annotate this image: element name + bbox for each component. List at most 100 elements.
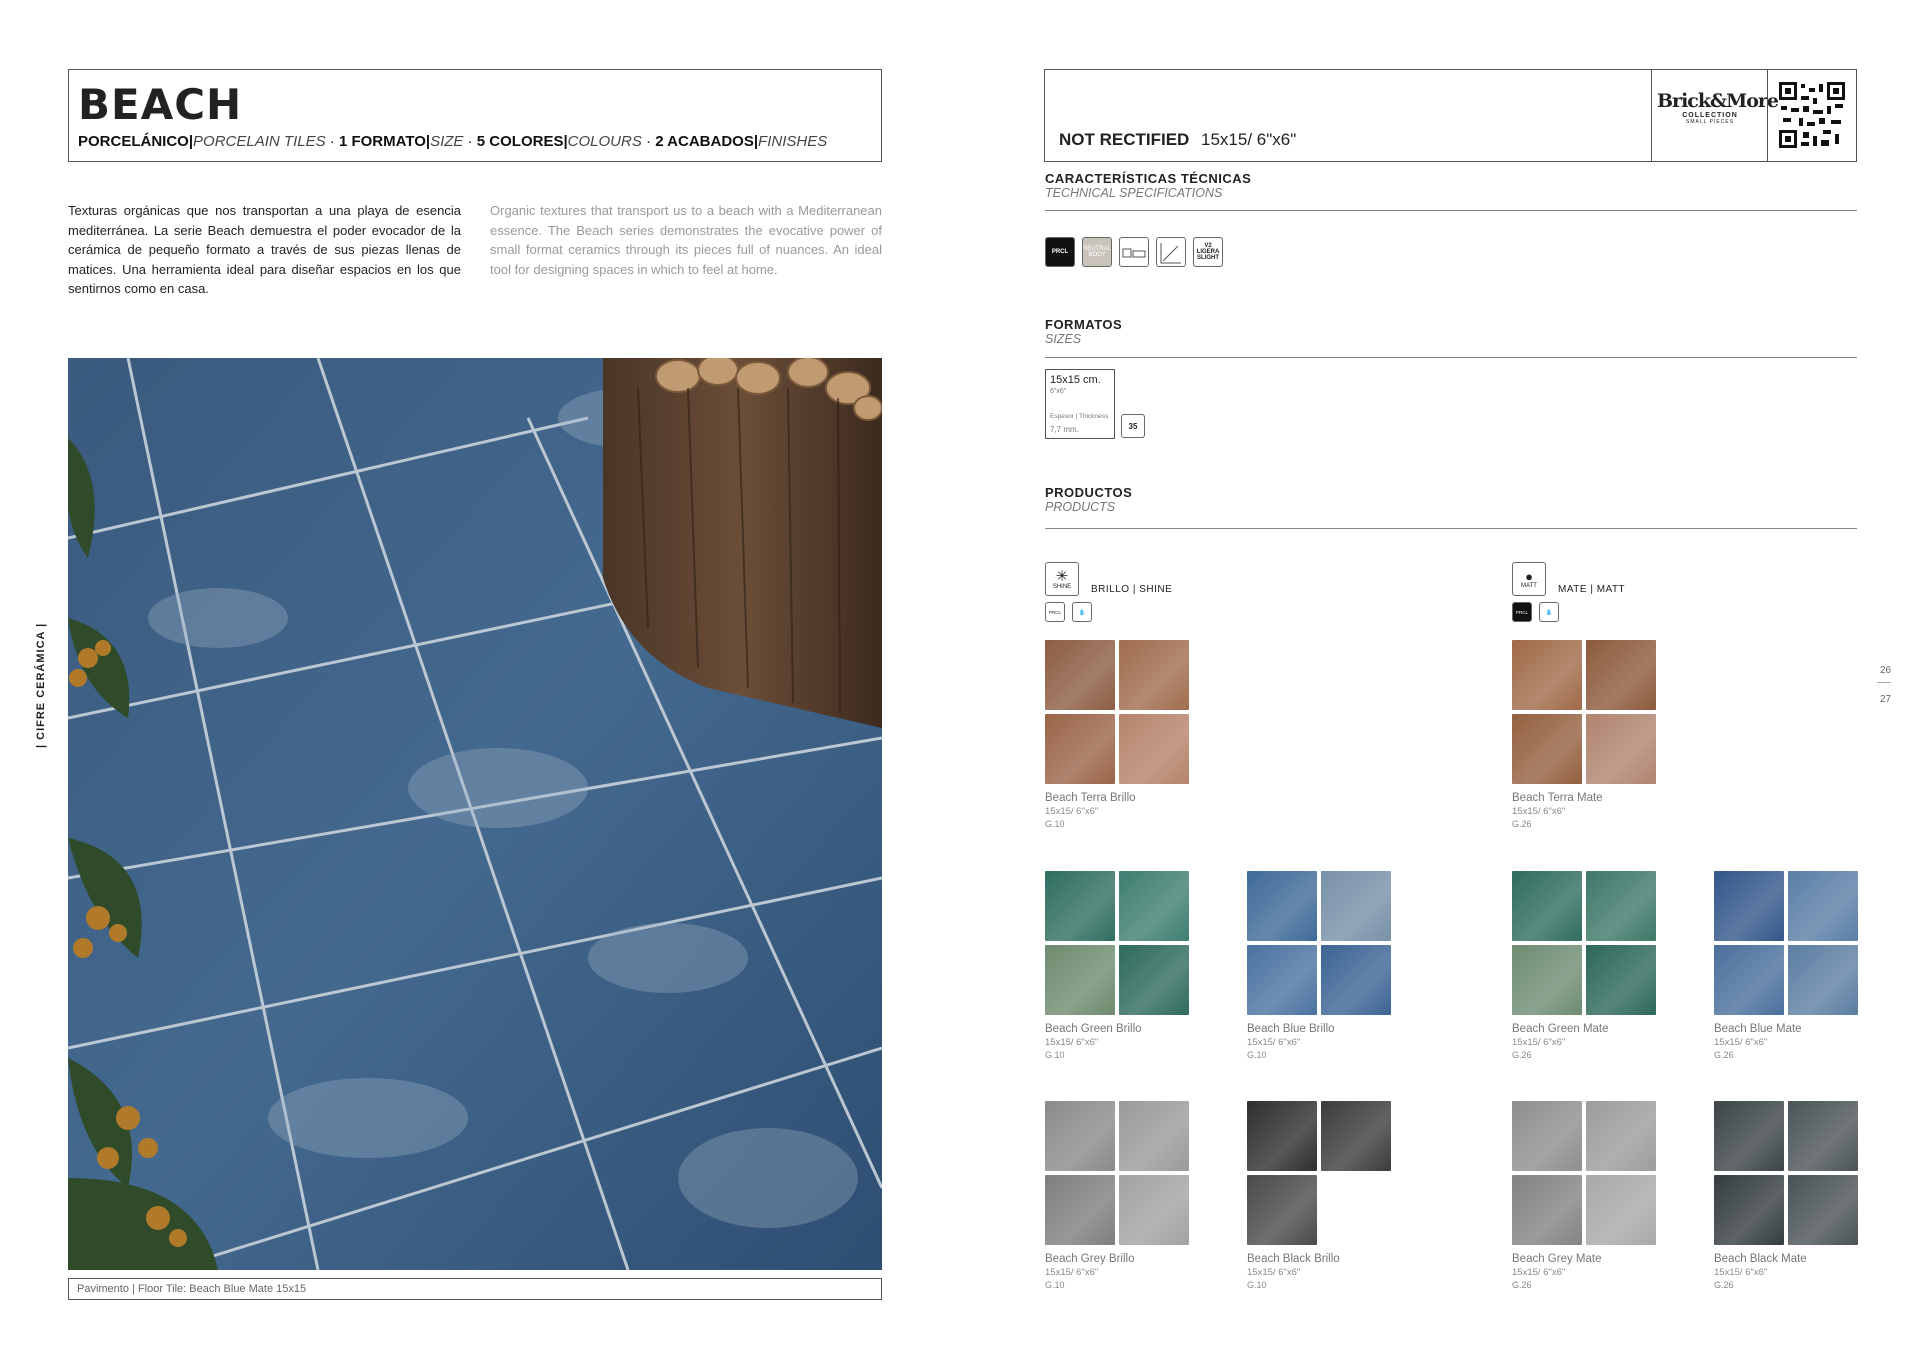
header-box: BEACH PORCELÁNICO|PORCELAIN TILES · 1 FO… [68,69,882,162]
matt-prcl-icon: PRCL [1512,602,1532,622]
format-size: 15x15 cm. [1050,374,1101,386]
subtitle-part: FINISHES [758,133,828,150]
product-name: Beach Green Brillo [1045,1023,1142,1035]
product-card[interactable]: Beach Blue Brillo 15x15/ 6"x6" G.10 [1247,871,1391,1060]
thickness-label: Espesor | Thickness [1050,413,1109,420]
description-es: Texturas orgánicas que nos transportan a… [68,203,461,296]
product-tile [1512,871,1582,941]
product-card[interactable]: Beach Blue Mate 15x15/ 6"x6" G.26 [1714,871,1858,1060]
product-card[interactable]: Beach Green Brillo 15x15/ 6"x6" G.10 [1045,871,1189,1060]
product-card[interactable]: Beach Grey Mate 15x15/ 6"x6" G.26 [1512,1101,1656,1290]
product-card[interactable]: Beach Terra Brillo 15x15/ 6"x6" G.10 [1045,640,1189,829]
product-tile [1045,871,1115,941]
product-size: 15x15/ 6"x6" [1714,1267,1768,1278]
product-tile [1714,1101,1784,1171]
logo-divider [1651,70,1652,161]
product-name: Beach Grey Brillo [1045,1253,1135,1265]
product-name: Beach Terra Mate [1512,792,1603,804]
shade-variation-icon: V2 LIGERA SLIGHT [1193,237,1223,267]
product-code: G.26 [1714,1050,1734,1060]
products-title: PRODUCTOS [1045,485,1133,500]
product-tile [1512,640,1582,710]
product-tile [1714,945,1784,1015]
pieces-value: 35 [1128,421,1138,431]
product-name: Beach Black Brillo [1247,1253,1340,1265]
subtitle-part: PORCELAIN TILES [193,133,326,150]
format-card: 15x15 cm. 6"x6" Espesor | Thickness 7,7 … [1045,369,1115,439]
product-tile [1586,640,1656,710]
shine-absorption-icon: 💧 [1072,602,1092,622]
product-tile [1045,714,1115,784]
product-tile [1788,1175,1858,1245]
zmmk-icon [1156,237,1186,267]
product-name: Beach Grey Mate [1512,1253,1602,1265]
product-card[interactable]: Beach Black Brillo 15x15/ 6"x6" G.10 [1247,1101,1391,1290]
product-name: Beach Terra Brillo [1045,792,1136,804]
product-tile [1512,1101,1582,1171]
qr-code[interactable] [1779,82,1845,148]
product-tile [1119,945,1189,1015]
product-tile [1586,714,1656,784]
subtitle-part: · [463,133,477,150]
thickness-value: 7,7 mm. [1050,425,1079,434]
product-card[interactable]: Beach Black Mate 15x15/ 6"x6" G.26 [1714,1101,1858,1290]
shine-star-icon: ✳ [1055,567,1069,585]
product-size: 15x15/ 6"x6" [1045,1267,1099,1278]
tech-subtitle: TECHNICAL SPECIFICATIONS [1045,186,1223,200]
product-card[interactable]: Beach Green Mate 15x15/ 6"x6" G.26 [1512,871,1656,1060]
products-subtitle: PRODUCTS [1045,500,1116,514]
product-tile [1321,1175,1391,1245]
page-number-divider [1877,682,1891,683]
matt-dot-icon: ● [1525,568,1533,584]
subtitle-part: COLOURS [567,133,642,150]
right-header-box: NOT RECTIFIED 15x15/ 6"x6" Brick&More CO… [1044,69,1857,162]
product-tile [1045,1101,1115,1171]
product-size: 15x15/ 6"x6" [1247,1037,1301,1048]
product-card[interactable]: Beach Terra Mate 15x15/ 6"x6" G.26 [1512,640,1656,829]
product-name: Beach Blue Brillo [1247,1023,1335,1035]
product-swatch [1512,871,1656,1015]
brick-more-logo: Brick&More COLLECTION SMALL PIECES [1657,90,1779,125]
product-code: G.26 [1512,819,1532,829]
product-tile [1247,1175,1317,1245]
product-tile [1119,1101,1189,1171]
subtitle-part: 5 COLORES [476,133,564,150]
page-number-left: 26 [1880,665,1892,676]
product-swatch [1247,1101,1391,1245]
product-name: Beach Green Mate [1512,1023,1609,1035]
product-tile [1247,945,1317,1015]
product-code: G.10 [1045,819,1065,829]
product-tile [1045,945,1115,1015]
shine-icon: ✳ SHINE [1045,562,1079,596]
product-tile [1714,871,1784,941]
shine-icon-label: SHINE [1052,583,1072,590]
series-subtitle: PORCELÁNICO|PORCELAIN TILES · 1 FORMATO|… [78,133,827,150]
size-label: 15x15/ 6"x6" [1201,130,1297,149]
product-tile [1119,871,1189,941]
product-swatch [1247,871,1391,1015]
porcelain-icon: PRCL [1045,237,1075,267]
pieces-per-box-icon: 35 [1121,414,1145,438]
shine-prcl-icon: PRCL [1045,602,1065,622]
logo-text: Brick&More [1657,90,1779,112]
product-tile [1045,1175,1115,1245]
product-card[interactable]: Beach Grey Brillo 15x15/ 6"x6" G.10 [1045,1101,1189,1290]
product-swatch [1045,640,1189,784]
product-code: G.26 [1512,1280,1532,1290]
product-tile [1788,945,1858,1015]
product-tile [1512,714,1582,784]
formats-rule [1045,357,1857,358]
product-tile [1586,1101,1656,1171]
product-tile [1321,1101,1391,1171]
tech-icons: PRCL NEUTRAL BODY V2 LIGERA SLIGHT [1045,237,1223,267]
product-tile [1512,945,1582,1015]
product-name: Beach Black Mate [1714,1253,1807,1265]
product-code: G.10 [1247,1280,1267,1290]
product-size: 15x15/ 6"x6" [1045,1037,1099,1048]
neutral-body-icon: NEUTRAL BODY [1082,237,1112,267]
subtitle-part: 2 ACABADOS [655,133,754,150]
product-tile [1586,1175,1656,1245]
product-tile [1119,714,1189,784]
subtitle-part: · [325,133,339,150]
brand-side-label: | CIFRE CERÁMICA | [35,622,47,748]
